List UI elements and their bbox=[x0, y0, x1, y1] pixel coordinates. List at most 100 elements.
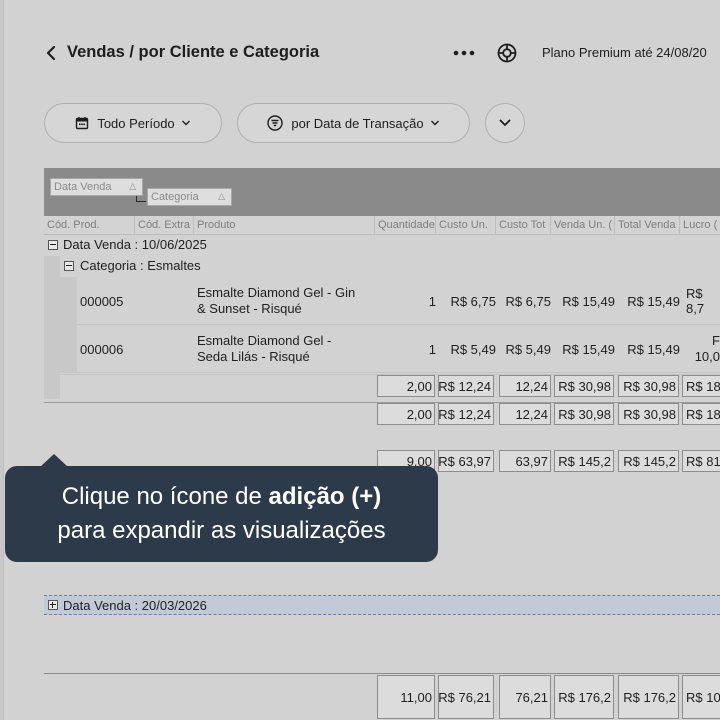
chevron-down-icon bbox=[430, 120, 439, 126]
collapse-minus-icon[interactable] bbox=[48, 240, 58, 250]
window-edge bbox=[0, 0, 4, 720]
total-sale-total: R$ 145,2 bbox=[618, 450, 679, 472]
subtotal-row-data-venda: 2,00 R$ 12,24 12,24 R$ 30,98 R$ 30,98 R$… bbox=[44, 402, 720, 425]
total-qty: 2,00 bbox=[377, 403, 435, 425]
total-profit: R$ 18 bbox=[682, 375, 720, 397]
cell-profit: R$ 8,7 bbox=[686, 286, 705, 316]
total-cost-total: 12,24 bbox=[499, 403, 551, 425]
tooltip-line-2: para expandir as visualizações bbox=[57, 517, 386, 544]
page-header: Vendas / por Cliente e Categoria Plano P… bbox=[0, 30, 720, 76]
group-chip-label: Data Venda bbox=[54, 181, 112, 193]
subtotal-row-categoria: 2,00 R$ 12,24 12,24 R$ 30,98 R$ 30,98 R$… bbox=[60, 374, 720, 397]
cell-product: Esmalte Diamond Gel - Gin & Sunset - Risq… bbox=[197, 277, 377, 325]
tooltip-bold-text: adição (+) bbox=[268, 483, 382, 510]
group-label: Data Venda : 20/03/2026 bbox=[63, 598, 207, 613]
product-line: Seda Lilás - Risqué bbox=[197, 349, 310, 364]
group-label: Categoria : Esmaltes bbox=[80, 258, 201, 273]
tooltip-text: Clique no ícone de bbox=[61, 483, 269, 510]
grand-total-cost-total: 76,21 bbox=[499, 675, 551, 719]
grand-total-profit: R$ 10 bbox=[682, 675, 720, 719]
total-cost-unit: R$ 12,24 bbox=[438, 375, 494, 397]
cell-cost-unit: R$ 6,75 bbox=[450, 293, 496, 309]
period-filter-button[interactable]: Todo Período bbox=[44, 103, 222, 143]
total-profit: R$ 81 bbox=[682, 450, 720, 472]
cell-cost-total: R$ 5,49 bbox=[505, 341, 551, 357]
expand-filters-button[interactable] bbox=[485, 103, 525, 143]
grand-total-sale-total: R$ 176,2 bbox=[618, 675, 679, 719]
cell-profit: F 10,0 bbox=[688, 325, 720, 373]
col-header-produto[interactable]: Produto bbox=[194, 216, 375, 235]
report-grid: Data Venda △ Categoria △ Cód. Prod. Cód.… bbox=[44, 168, 720, 720]
cell-sale-total: R$ 15,49 bbox=[627, 341, 680, 357]
hint-tooltip: Clique no ícone de adição (+) para expan… bbox=[5, 466, 438, 562]
profit-line: 10,0 bbox=[694, 349, 720, 364]
group-row-categoria[interactable]: Categoria : Esmaltes bbox=[60, 257, 720, 277]
cell-sale-unit: R$ 15,49 bbox=[562, 341, 615, 357]
column-headers: Cód. Prod. Cód. Extra Produto Quantidade… bbox=[44, 216, 720, 235]
plan-status-text: Plano Premium até 24/08/20 bbox=[542, 45, 707, 60]
cell-qty: 1 bbox=[428, 293, 436, 309]
total-profit: R$ 18 bbox=[682, 403, 720, 425]
group-row-data-venda[interactable]: Data Venda : 10/06/2025 bbox=[44, 236, 720, 256]
col-header-cod-prod[interactable]: Cód. Prod. bbox=[44, 216, 135, 235]
date-type-filter-label: por Data de Transação bbox=[291, 115, 424, 131]
subgroup-indent bbox=[60, 277, 77, 373]
group-chip-categoria[interactable]: Categoria △ bbox=[147, 188, 232, 206]
profit-line: F bbox=[712, 333, 720, 348]
col-header-total-venda[interactable]: Total Venda bbox=[615, 216, 680, 235]
col-header-custo-un[interactable]: Custo Un. bbox=[436, 216, 496, 235]
total-cost-unit: R$ 63,97 bbox=[438, 450, 494, 472]
chevron-down-icon bbox=[499, 119, 511, 127]
group-row-data-venda-collapsed[interactable]: Data Venda : 20/03/2026 bbox=[44, 595, 720, 615]
filter-list-icon bbox=[267, 115, 284, 131]
total-sale-total: R$ 30,98 bbox=[618, 375, 679, 397]
grid-footer-divider bbox=[44, 673, 720, 674]
back-arrow-icon[interactable] bbox=[44, 43, 58, 63]
calendar-icon bbox=[76, 117, 89, 130]
grouping-panel: Data Venda △ Categoria △ bbox=[44, 168, 720, 216]
table-row[interactable]: 000006 Esmalte Diamond Gel - Seda Lilás -… bbox=[77, 325, 720, 373]
product-line: Esmalte Diamond Gel - bbox=[197, 333, 332, 348]
lifebuoy-help-icon[interactable] bbox=[495, 41, 519, 65]
page-title: Vendas / por Cliente e Categoria bbox=[67, 43, 320, 61]
cell-product: Esmalte Diamond Gel - Seda Lilás - Risqué bbox=[197, 325, 377, 373]
sort-triangle-icon: △ bbox=[129, 181, 136, 191]
grand-total-sale-unit: R$ 176,2 bbox=[554, 675, 614, 719]
group-indent bbox=[44, 256, 60, 399]
grand-total-qty: 11,00 bbox=[377, 675, 435, 719]
cell-sale-unit: R$ 15,49 bbox=[562, 293, 615, 309]
cell-cost-unit: R$ 5,49 bbox=[450, 341, 496, 357]
col-header-custo-tot[interactable]: Custo Tot bbox=[496, 216, 551, 235]
cell-cost-total: R$ 6,75 bbox=[505, 293, 551, 309]
col-header-cod-extra[interactable]: Cód. Extra bbox=[135, 216, 194, 235]
group-label: Data Venda : 10/06/2025 bbox=[63, 237, 207, 252]
collapse-minus-icon[interactable] bbox=[64, 261, 74, 271]
total-sale-unit: R$ 30,98 bbox=[554, 403, 614, 425]
table-row[interactable]: 000005 Esmalte Diamond Gel - Gin & Sunset… bbox=[77, 277, 720, 325]
total-qty: 2,00 bbox=[377, 375, 435, 397]
sort-triangle-icon: △ bbox=[218, 191, 225, 201]
cell-code: 000006 bbox=[80, 341, 124, 357]
total-sale-total: R$ 30,98 bbox=[618, 403, 679, 425]
product-line: Esmalte Diamond Gel - Gin bbox=[197, 285, 356, 300]
date-type-filter-button[interactable]: por Data de Transação bbox=[237, 103, 470, 143]
total-cost-total: 63,97 bbox=[499, 450, 551, 472]
total-cost-total: 12,24 bbox=[499, 375, 551, 397]
total-cost-unit: R$ 12,24 bbox=[438, 403, 494, 425]
grand-total-row: 11,00 R$ 76,21 76,21 R$ 176,2 R$ 176,2 R… bbox=[44, 675, 720, 719]
grand-total-cost-unit: R$ 76,21 bbox=[438, 675, 494, 719]
period-filter-label: Todo Período bbox=[97, 115, 175, 131]
expand-plus-icon[interactable] bbox=[48, 600, 58, 610]
col-header-venda-un[interactable]: Venda Un. ( bbox=[551, 216, 615, 235]
more-options-icon[interactable] bbox=[452, 43, 476, 63]
cell-sale-total: R$ 15,49 bbox=[627, 293, 680, 309]
group-chip-data-venda[interactable]: Data Venda △ bbox=[50, 178, 143, 196]
col-header-lucro[interactable]: Lucro ( bbox=[680, 216, 720, 235]
chevron-down-icon bbox=[181, 120, 190, 126]
total-sale-unit: R$ 30,98 bbox=[554, 375, 614, 397]
col-header-quantidade[interactable]: Quantidade bbox=[375, 216, 436, 235]
total-sale-unit: R$ 145,2 bbox=[554, 450, 614, 472]
group-chip-label: Categoria bbox=[151, 191, 199, 203]
product-line: & Sunset - Risqué bbox=[197, 301, 302, 316]
chip-connector bbox=[136, 196, 146, 202]
